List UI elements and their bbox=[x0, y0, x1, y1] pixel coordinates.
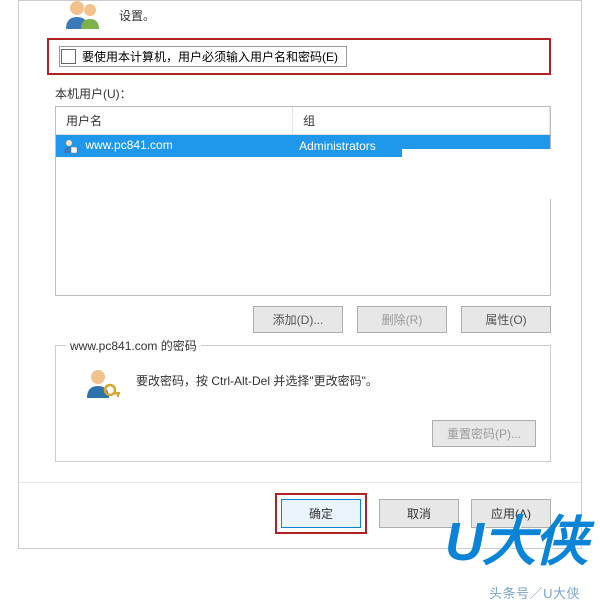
user-buttons-row: 添加(D)... 删除(R) 属性(O) bbox=[55, 306, 551, 333]
top-description-row: 设置。 bbox=[19, 1, 581, 34]
remove-button[interactable]: 删除(R) bbox=[357, 306, 447, 333]
source-caption: 头条号／U大侠 bbox=[489, 583, 580, 602]
properties-button[interactable]: 属性(O) bbox=[461, 306, 551, 333]
ok-button[interactable]: 确定 bbox=[281, 499, 361, 528]
checkbox-box[interactable] bbox=[61, 49, 76, 64]
list-header: 用户名 组 bbox=[56, 107, 550, 135]
column-header-group[interactable]: 组 bbox=[293, 107, 550, 134]
column-header-username[interactable]: 用户名 bbox=[56, 107, 293, 134]
top-description-text: 设置。 bbox=[119, 9, 155, 23]
checkbox-label: 要使用本计算机，用户必须输入用户名和密码(E) bbox=[82, 48, 338, 65]
require-login-checkbox[interactable]: 要使用本计算机，用户必须输入用户名和密码(E) bbox=[59, 46, 347, 67]
cell-username: www.pc841.com bbox=[56, 135, 293, 157]
highlight-box-checkbox: 要使用本计算机，用户必须输入用户名和密码(E) bbox=[47, 38, 551, 75]
password-instruction-text: 要改密码，按 Ctrl-Alt-Del 并选择"更改密码"。 bbox=[136, 366, 378, 389]
add-button[interactable]: 添加(D)... bbox=[253, 306, 343, 333]
fieldset-legend: www.pc841.com 的密码 bbox=[66, 337, 201, 354]
redaction-block bbox=[402, 149, 552, 199]
highlight-box-ok: 确定 bbox=[275, 493, 367, 534]
password-fieldset: www.pc841.com 的密码 要改密码，按 Ctrl-Alt-Del 并选… bbox=[55, 345, 551, 462]
cancel-button[interactable]: 取消 bbox=[379, 499, 459, 528]
key-user-icon bbox=[84, 366, 120, 402]
users-list[interactable]: 用户名 组 www.pc841.com Administrators bbox=[55, 106, 551, 296]
users-icon bbox=[63, 0, 103, 35]
reset-password-button[interactable]: 重置密码(P)... bbox=[432, 420, 536, 447]
apply-button[interactable]: 应用(A) bbox=[471, 499, 551, 528]
user-accounts-dialog: 设置。 要使用本计算机，用户必须输入用户名和密码(E) 本机用户(U)： 用户名… bbox=[18, 0, 582, 549]
local-users-label: 本机用户(U)： bbox=[55, 85, 551, 102]
user-icon bbox=[62, 138, 78, 154]
dialog-footer: 确定 取消 应用(A) bbox=[19, 482, 581, 548]
